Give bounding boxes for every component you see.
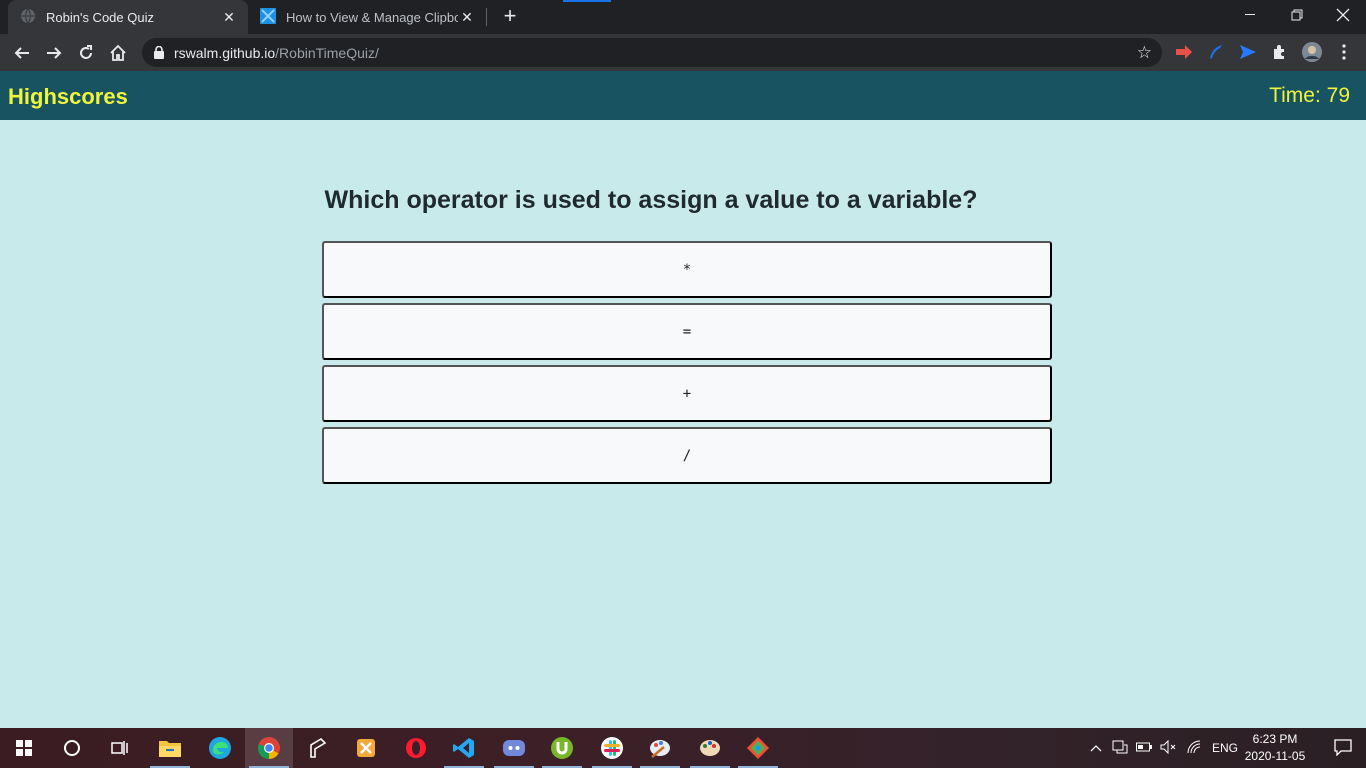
timer-display: Time: 79 — [1269, 84, 1350, 107]
clock-time: 6:23 PM — [1252, 732, 1298, 746]
url-text: rswalm.github.io/RobinTimeQuiz/ — [174, 45, 379, 61]
answer-button-4[interactable]: / — [322, 427, 1052, 484]
close-tab-icon[interactable]: ✕ — [458, 8, 476, 26]
wifi-icon[interactable] — [1186, 740, 1202, 757]
back-arrow-icon[interactable] — [8, 39, 36, 67]
gitkraken-icon[interactable] — [734, 728, 782, 768]
vscode-icon[interactable] — [440, 728, 488, 768]
highscores-link[interactable]: Highscores — [8, 84, 128, 110]
answer-button-3[interactable]: + — [322, 365, 1052, 422]
bookmark-star-icon[interactable]: ☆ — [1137, 43, 1152, 63]
url-host: rswalm.github.io — [174, 45, 276, 61]
answer-button-1[interactable]: * — [322, 241, 1052, 298]
snip-sketch-icon[interactable] — [294, 728, 342, 768]
reload-icon[interactable] — [72, 39, 100, 67]
close-tab-icon[interactable]: ✕ — [220, 8, 238, 26]
network-sharing-icon[interactable] — [1112, 740, 1128, 757]
file-explorer-icon[interactable] — [146, 728, 194, 768]
discord-icon[interactable] — [490, 728, 538, 768]
clock-date: 2020-11-05 — [1244, 749, 1306, 763]
task-view-icon[interactable] — [96, 728, 144, 768]
browser-toolbar: rswalm.github.io/RobinTimeQuiz/ ☆ — [0, 34, 1366, 71]
edge-browser-icon[interactable] — [196, 728, 244, 768]
windows-logo-icon — [260, 7, 276, 27]
windows-taskbar: ENG 6:23 PM 2020-11-05 — [0, 728, 1366, 768]
opera-browser-icon[interactable] — [392, 728, 440, 768]
xampp-app-icon[interactable] — [342, 728, 390, 768]
restore-icon[interactable] — [1274, 0, 1320, 30]
utorrent-icon[interactable] — [538, 728, 586, 768]
new-tab-icon[interactable]: + — [498, 4, 522, 28]
tab-clipboard-article[interactable]: How to View & Manage Clipboar ✕ — [250, 0, 486, 34]
tab-separator — [486, 8, 487, 26]
tab-robins-code-quiz[interactable]: Robin's Code Quiz ✕ — [8, 0, 248, 34]
search-circle-icon[interactable] — [48, 728, 96, 768]
extensions-puzzle-icon[interactable] — [1270, 42, 1290, 62]
extension-play-icon[interactable] — [1238, 42, 1258, 62]
address-bar[interactable]: rswalm.github.io/RobinTimeQuiz/ ☆ — [142, 38, 1162, 67]
lock-icon[interactable] — [154, 45, 164, 64]
globe-icon — [20, 8, 36, 27]
language-indicator[interactable]: ENG — [1212, 741, 1238, 755]
tab-title: How to View & Manage Clipboar — [286, 9, 458, 25]
tab-title: Robin's Code Quiz — [46, 9, 154, 25]
extension-red-arrow-icon[interactable] — [1174, 42, 1194, 62]
chrome-browser-icon[interactable] — [245, 728, 293, 768]
answer-button-2[interactable]: = — [322, 303, 1052, 360]
question-text: Which operator is used to assign a value… — [324, 186, 978, 214]
forward-arrow-icon[interactable] — [40, 39, 68, 67]
answer-list: * = + / — [322, 241, 1052, 489]
show-hidden-icons-chevron-icon[interactable] — [1090, 741, 1102, 755]
taskbar-clock[interactable]: 6:23 PM 2020-11-05 — [1240, 731, 1310, 765]
volume-muted-icon[interactable] — [1160, 739, 1176, 757]
start-windows-icon[interactable] — [0, 728, 48, 768]
profile-avatar[interactable] — [1302, 42, 1322, 62]
battery-icon[interactable] — [1136, 741, 1152, 755]
notification-center-icon[interactable] — [1334, 738, 1352, 757]
slack-icon[interactable] — [588, 728, 636, 768]
minimize-icon[interactable] — [1228, 0, 1274, 30]
extension-feather-icon[interactable] — [1206, 42, 1226, 62]
system-tray: ENG — [1090, 728, 1238, 768]
url-path: /RobinTimeQuiz/ — [275, 45, 379, 61]
home-icon[interactable] — [104, 39, 132, 67]
window-close-icon[interactable] — [1320, 0, 1366, 30]
tab-accent-line — [563, 0, 611, 2]
more-menu-icon[interactable] — [1334, 42, 1354, 62]
site-header: Highscores Time: 79 — [0, 71, 1366, 120]
paint-app-icon[interactable] — [636, 728, 684, 768]
paint3d-app-icon[interactable] — [686, 728, 734, 768]
browser-tab-strip: Robin's Code Quiz ✕ How to View & Manage… — [0, 0, 1366, 34]
